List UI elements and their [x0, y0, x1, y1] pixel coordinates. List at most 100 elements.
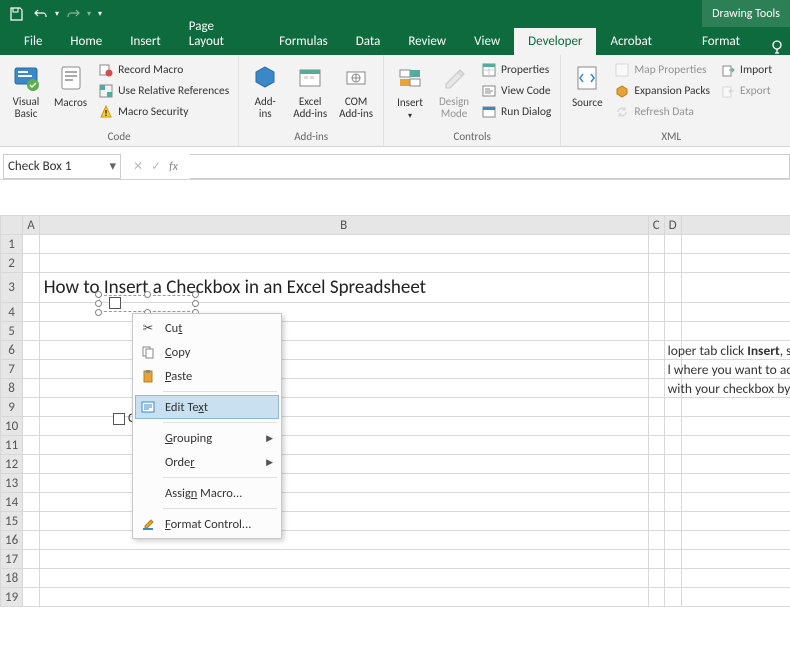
tab-acrobat[interactable]: Acrobat	[596, 28, 666, 55]
row-header[interactable]: 7	[1, 360, 23, 379]
resize-handle[interactable]	[95, 309, 102, 316]
undo-dropdown-icon[interactable]: ▾	[55, 9, 59, 19]
select-all-corner[interactable]	[1, 216, 23, 235]
cancel-icon[interactable]: ✕	[133, 159, 143, 174]
cell[interactable]	[39, 474, 648, 493]
cell[interactable]	[648, 303, 664, 322]
cell[interactable]	[664, 273, 681, 303]
cell[interactable]	[23, 273, 40, 303]
cell[interactable]	[23, 341, 40, 360]
cell[interactable]	[23, 512, 40, 531]
cell[interactable]	[681, 254, 790, 273]
cell[interactable]	[39, 588, 648, 607]
menu-format-control[interactable]: Format Control...	[135, 512, 279, 536]
resize-handle[interactable]	[192, 291, 199, 298]
cell[interactable]	[23, 493, 40, 512]
cell[interactable]	[681, 303, 790, 322]
cell[interactable]	[664, 254, 681, 273]
row-header[interactable]: 5	[1, 322, 23, 341]
col-header[interactable]: A	[23, 216, 40, 235]
cell[interactable]	[23, 398, 40, 417]
cell[interactable]	[23, 379, 40, 398]
cell[interactable]	[23, 569, 40, 588]
tab-home[interactable]: Home	[56, 28, 116, 55]
refresh-data-button[interactable]: Refresh Data	[611, 102, 713, 122]
cell[interactable]	[648, 512, 664, 531]
cell[interactable]	[23, 235, 40, 254]
cell[interactable]	[39, 569, 648, 588]
cell[interactable]	[664, 235, 681, 254]
cell[interactable]	[39, 322, 648, 341]
cell[interactable]	[681, 569, 790, 588]
tab-view[interactable]: View	[460, 28, 514, 55]
cell[interactable]	[39, 455, 648, 474]
save-icon[interactable]	[5, 3, 27, 25]
cell[interactable]	[23, 436, 40, 455]
row-header[interactable]: 6	[1, 341, 23, 360]
cell[interactable]	[681, 512, 790, 531]
resize-handle[interactable]	[144, 291, 151, 298]
cell[interactable]	[664, 436, 681, 455]
cell[interactable]	[23, 360, 40, 379]
formula-input[interactable]	[190, 154, 790, 179]
menu-copy[interactable]: Copy	[135, 340, 279, 364]
cell[interactable]	[648, 569, 664, 588]
cell[interactable]	[664, 512, 681, 531]
cell[interactable]	[681, 588, 790, 607]
cell[interactable]	[39, 235, 648, 254]
cell[interactable]	[664, 417, 681, 436]
tab-file[interactable]: File	[10, 28, 56, 55]
cell[interactable]: loper tab click Insert, select Form Cont…	[681, 341, 790, 360]
tab-data[interactable]: Data	[342, 28, 395, 55]
row-header[interactable]: 10	[1, 417, 23, 436]
tab-review[interactable]: Review	[394, 28, 460, 55]
run-dialog-button[interactable]: Run Dialog	[478, 102, 554, 122]
cell[interactable]	[681, 436, 790, 455]
row-header[interactable]: 15	[1, 512, 23, 531]
cell[interactable]	[681, 455, 790, 474]
cell[interactable]	[648, 254, 664, 273]
cell[interactable]	[681, 398, 790, 417]
menu-order[interactable]: Order▶	[135, 450, 279, 474]
redo-dropdown-icon[interactable]: ▾	[87, 9, 91, 19]
macro-security-button[interactable]: Macro Security	[95, 102, 232, 122]
row-header[interactable]: 1	[1, 235, 23, 254]
cell[interactable]	[39, 360, 648, 379]
tell-me-icon[interactable]	[764, 39, 790, 55]
cell[interactable]	[664, 493, 681, 512]
cell[interactable]	[664, 303, 681, 322]
menu-edit-text[interactable]: Edit Text	[135, 395, 279, 419]
row-header[interactable]: 4	[1, 303, 23, 322]
cell[interactable]	[664, 398, 681, 417]
cell[interactable]	[648, 273, 664, 303]
col-header[interactable]: B	[39, 216, 648, 235]
cell[interactable]	[23, 531, 40, 550]
row-header[interactable]: 11	[1, 436, 23, 455]
properties-button[interactable]: Properties	[478, 60, 554, 80]
cell[interactable]	[23, 588, 40, 607]
cell[interactable]	[23, 254, 40, 273]
resize-handle[interactable]	[95, 300, 102, 307]
import-button[interactable]: Import	[717, 60, 775, 80]
cell[interactable]	[39, 341, 648, 360]
cell[interactable]	[39, 436, 648, 455]
cell[interactable]	[39, 512, 648, 531]
cell[interactable]	[664, 588, 681, 607]
cell[interactable]	[648, 398, 664, 417]
redo-icon[interactable]	[62, 3, 84, 25]
cell[interactable]	[648, 493, 664, 512]
row-header[interactable]: 16	[1, 531, 23, 550]
cell[interactable]	[648, 531, 664, 550]
resize-handle[interactable]	[192, 300, 199, 307]
row-header[interactable]: 9	[1, 398, 23, 417]
cell[interactable]	[664, 455, 681, 474]
view-code-button[interactable]: View Code	[478, 81, 554, 101]
row-header[interactable]: 18	[1, 569, 23, 588]
cell[interactable]	[648, 550, 664, 569]
row-header[interactable]: 2	[1, 254, 23, 273]
cell[interactable]	[648, 474, 664, 493]
cell[interactable]	[681, 531, 790, 550]
row-header[interactable]: 8	[1, 379, 23, 398]
row-header[interactable]: 3	[1, 273, 23, 303]
cell[interactable]	[664, 322, 681, 341]
